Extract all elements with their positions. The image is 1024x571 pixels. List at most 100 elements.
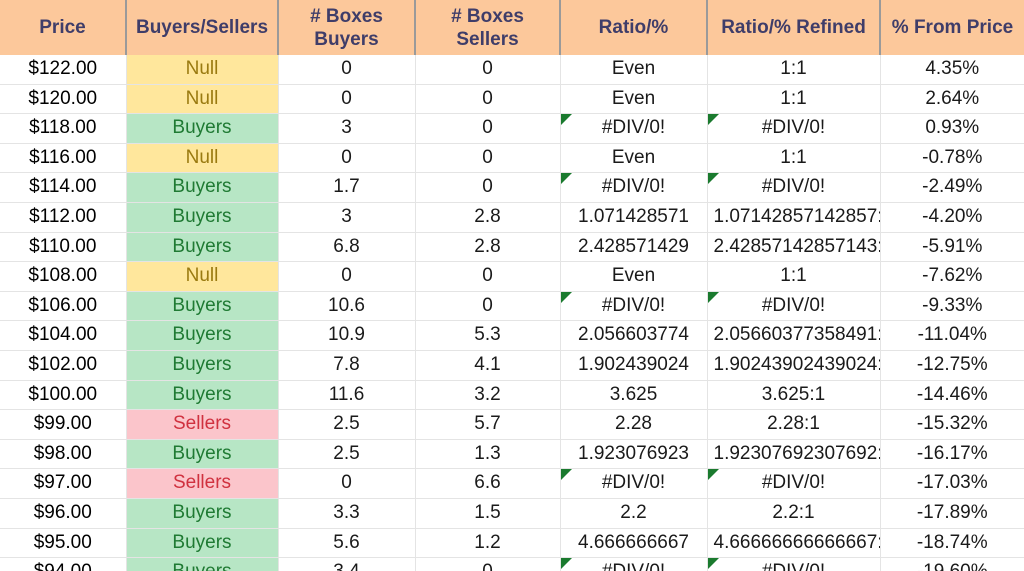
cell-pct-from-price[interactable]: -2.49% (880, 172, 1024, 203)
table-row[interactable]: $98.00 Buyers 2.5 1.3 1.923076923 1.923076923… (0, 439, 1024, 470)
cell-boxes-buyers[interactable]: 3.3 (278, 498, 416, 529)
cell-ratio[interactable]: #DIV/0! (560, 468, 708, 499)
cell-boxes-buyers[interactable]: 2.5 (278, 409, 416, 440)
cell-boxes-sellers[interactable]: 0 (415, 261, 561, 292)
table-row[interactable]: $96.00 Buyers 3.3 1.5 2.2 2.2:1 -17.89% (0, 498, 1024, 529)
cell-boxes-buyers[interactable]: 7.8 (278, 350, 416, 381)
cell-price[interactable]: $116.00 (0, 143, 127, 174)
cell-boxes-sellers[interactable]: 4.1 (415, 350, 561, 381)
cell-ratio-refined[interactable]: 1:1 (707, 261, 881, 292)
spreadsheet-grid[interactable]: Price Buyers/Sellers # Boxes Buyers # Bo… (0, 0, 1024, 571)
cell-boxes-sellers[interactable]: 0 (415, 557, 561, 571)
table-row[interactable]: $104.00 Buyers 10.9 5.3 2.056603774 2.0566037… (0, 320, 1024, 351)
cell-ratio-refined[interactable]: 1:1 (707, 55, 881, 85)
cell-buyers-sellers[interactable]: Buyers (126, 557, 279, 571)
cell-ratio-refined[interactable]: 2.42857142857143:1 (707, 232, 881, 263)
cell-ratio-refined[interactable]: 1.07142857142857:1 (707, 202, 881, 233)
cell-price[interactable]: $120.00 (0, 84, 127, 115)
cell-price[interactable]: $100.00 (0, 380, 127, 411)
cell-pct-from-price[interactable]: -18.74% (880, 528, 1024, 559)
cell-boxes-sellers[interactable]: 2.8 (415, 232, 561, 263)
cell-buyers-sellers[interactable]: Null (126, 261, 279, 292)
cell-price[interactable]: $99.00 (0, 409, 127, 440)
cell-boxes-sellers[interactable]: 1.2 (415, 528, 561, 559)
cell-price[interactable]: $114.00 (0, 172, 127, 203)
cell-pct-from-price[interactable]: -15.32% (880, 409, 1024, 440)
cell-boxes-sellers[interactable]: 0 (415, 55, 561, 85)
cell-buyers-sellers[interactable]: Buyers (126, 439, 279, 470)
table-row[interactable]: $110.00 Buyers 6.8 2.8 2.428571429 2.42857142… (0, 232, 1024, 263)
table-row[interactable]: $114.00 Buyers 1.7 0 #DIV/0! #DIV/0! -2.49% (0, 172, 1024, 203)
cell-ratio-refined[interactable]: #DIV/0! (707, 113, 881, 144)
table-row[interactable]: $118.00 Buyers 3 0 #DIV/0! #DIV/0! 0.93% (0, 113, 1024, 144)
cell-pct-from-price[interactable]: -17.03% (880, 468, 1024, 499)
column-header-ratio-refined[interactable]: Ratio/% Refined (707, 0, 881, 55)
cell-ratio[interactable]: Even (560, 84, 708, 115)
cell-ratio[interactable]: #DIV/0! (560, 557, 708, 571)
cell-ratio[interactable]: 1.071428571 (560, 202, 708, 233)
cell-price[interactable]: $104.00 (0, 320, 127, 351)
cell-ratio-refined[interactable]: #DIV/0! (707, 291, 881, 322)
cell-boxes-sellers[interactable]: 1.5 (415, 498, 561, 529)
cell-ratio-refined[interactable]: 2.05660377358491:1 (707, 320, 881, 351)
table-row[interactable]: $100.00 Buyers 11.6 3.2 3.625 3.625:1 -14.46% (0, 380, 1024, 411)
cell-boxes-buyers[interactable]: 10.6 (278, 291, 416, 322)
cell-ratio[interactable]: 2.056603774 (560, 320, 708, 351)
cell-ratio-refined[interactable]: #DIV/0! (707, 172, 881, 203)
cell-boxes-sellers[interactable]: 5.3 (415, 320, 561, 351)
cell-ratio-refined[interactable]: 4.66666666666667:1 (707, 528, 881, 559)
cell-price[interactable]: $110.00 (0, 232, 127, 263)
cell-buyers-sellers[interactable]: Buyers (126, 202, 279, 233)
table-row[interactable]: $106.00 Buyers 10.6 0 #DIV/0! #DIV/0! -9.33% (0, 291, 1024, 322)
cell-price[interactable]: $108.00 (0, 261, 127, 292)
cell-ratio[interactable]: 2.28 (560, 409, 708, 440)
cell-boxes-sellers[interactable]: 3.2 (415, 380, 561, 411)
cell-buyers-sellers[interactable]: Null (126, 143, 279, 174)
cell-ratio[interactable]: Even (560, 261, 708, 292)
cell-ratio[interactable]: #DIV/0! (560, 172, 708, 203)
cell-boxes-sellers[interactable]: 0 (415, 113, 561, 144)
cell-price[interactable]: $95.00 (0, 528, 127, 559)
cell-boxes-sellers[interactable]: 5.7 (415, 409, 561, 440)
cell-boxes-sellers[interactable]: 0 (415, 143, 561, 174)
cell-buyers-sellers[interactable]: Buyers (126, 113, 279, 144)
column-header-boxes-sellers[interactable]: # Boxes Sellers (415, 0, 561, 55)
cell-ratio[interactable]: 2.428571429 (560, 232, 708, 263)
cell-boxes-sellers[interactable]: 1.3 (415, 439, 561, 470)
cell-ratio[interactable]: 1.902439024 (560, 350, 708, 381)
cell-boxes-buyers[interactable]: 6.8 (278, 232, 416, 263)
cell-price[interactable]: $96.00 (0, 498, 127, 529)
cell-buyers-sellers[interactable]: Buyers (126, 498, 279, 529)
table-row[interactable]: $122.00 Null 0 0 Even 1:1 4.35% (0, 55, 1024, 85)
cell-pct-from-price[interactable]: 2.64% (880, 84, 1024, 115)
cell-price[interactable]: $97.00 (0, 468, 127, 499)
cell-boxes-buyers[interactable]: 0 (278, 261, 416, 292)
cell-boxes-buyers[interactable]: 3.4 (278, 557, 416, 571)
cell-buyers-sellers[interactable]: Buyers (126, 528, 279, 559)
cell-boxes-buyers[interactable]: 2.5 (278, 439, 416, 470)
table-row[interactable]: $102.00 Buyers 7.8 4.1 1.902439024 1.90243902… (0, 350, 1024, 381)
table-row[interactable]: $97.00 Sellers 0 6.6 #DIV/0! #DIV/0! -17.03% (0, 468, 1024, 499)
cell-ratio[interactable]: Even (560, 143, 708, 174)
cell-ratio[interactable]: 2.2 (560, 498, 708, 529)
cell-ratio[interactable]: 1.923076923 (560, 439, 708, 470)
table-row[interactable]: $94.00Buyers3.40#DIV/0!#DIV/0!-19.60% (0, 557, 1024, 571)
cell-pct-from-price[interactable]: -7.62% (880, 261, 1024, 292)
cell-price[interactable]: $118.00 (0, 113, 127, 144)
cell-ratio-refined[interactable]: 1:1 (707, 143, 881, 174)
cell-pct-from-price[interactable]: -0.78% (880, 143, 1024, 174)
cell-ratio-refined[interactable]: 1.92307692307692:1 (707, 439, 881, 470)
cell-price[interactable]: $102.00 (0, 350, 127, 381)
cell-ratio-refined[interactable]: 1.90243902439024:1 (707, 350, 881, 381)
cell-buyers-sellers[interactable]: Null (126, 84, 279, 115)
cell-buyers-sellers[interactable]: Buyers (126, 172, 279, 203)
cell-ratio-refined[interactable]: 3.625:1 (707, 380, 881, 411)
cell-boxes-buyers[interactable]: 0 (278, 468, 416, 499)
cell-ratio-refined[interactable]: 1:1 (707, 84, 881, 115)
cell-price[interactable]: $122.00 (0, 55, 127, 85)
cell-buyers-sellers[interactable]: Sellers (126, 409, 279, 440)
cell-price[interactable]: $106.00 (0, 291, 127, 322)
cell-boxes-buyers[interactable]: 1.7 (278, 172, 416, 203)
cell-boxes-buyers[interactable]: 0 (278, 55, 416, 85)
cell-boxes-buyers[interactable]: 10.9 (278, 320, 416, 351)
